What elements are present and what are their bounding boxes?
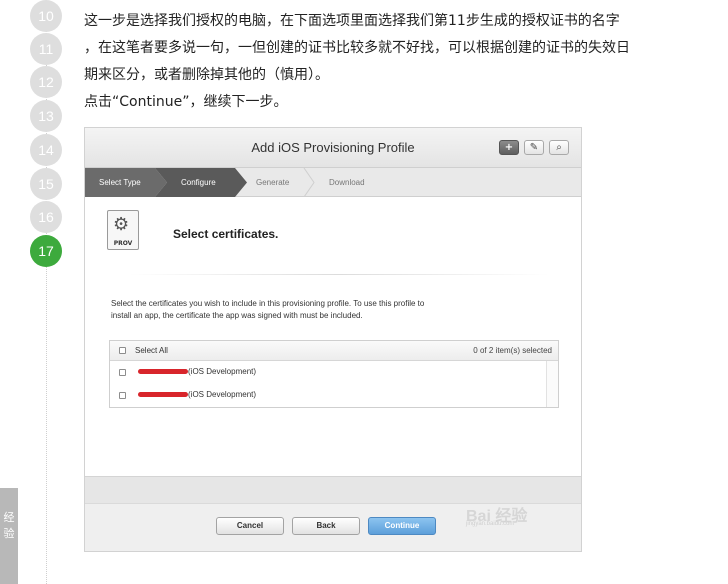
certificate-checkbox[interactable] [119,369,126,376]
description-line: Select the certificates you wish to incl… [111,299,425,308]
back-button[interactable]: Back [292,517,360,535]
plus-icon[interactable]: + [499,140,519,155]
section-description: Select the certificates you wish to incl… [111,298,561,322]
redacted-certificate-name [138,369,188,374]
section-heading: Select certificates. [173,227,279,241]
certificate-type: (iOS Development) [188,367,257,376]
side-tab[interactable]: 经验 [0,488,18,584]
certificate-checkbox[interactable] [119,392,126,399]
wizard-step-configure: Configure [155,168,247,197]
certificate-type: (iOS Development) [188,390,257,399]
cancel-button[interactable]: Cancel [216,517,284,535]
certificate-list: Select All 0 of 2 item(s) selected (iOS … [109,340,559,408]
instruction-line: ，在这笔者要多说一句，一但创建的证书比较多就不好找，可以根据创建的证书的失效日 [84,40,630,56]
instruction-line: 期来区分，或者删除掉其他的（慎用）。 [84,67,329,83]
baidu-watermark-url: jingyan.baidu.com [466,521,515,527]
certificate-row[interactable]: (iOS Development) [110,385,546,407]
continue-button[interactable]: Continue [368,517,436,535]
wizard-stepbar: Select Type Configure Generate Download [85,168,581,197]
prov-file-label: PROV [113,240,133,247]
certificate-row[interactable]: (iOS Development) [110,362,546,384]
select-all-label[interactable]: Select All [135,346,168,355]
selection-count: 0 of 2 item(s) selected [473,346,552,355]
step-badge: 16 [30,201,62,233]
step-badge-active: 17 [30,235,62,267]
window-titlebar: Add iOS Provisioning Profile + ✎ ⌕ [85,128,581,168]
description-line: install an app, the certificate the app … [111,311,363,320]
certificate-list-header: Select All 0 of 2 item(s) selected [110,341,558,361]
gear-icon: ⚙ [113,214,130,235]
instruction-line: 点击“Continue”，继续下一步。 [84,94,288,110]
step-badge: 14 [30,134,62,166]
wizard-step-download: Download [329,178,365,187]
divider [129,274,549,275]
list-scrollbar[interactable] [546,361,558,407]
select-all-checkbox[interactable] [119,347,126,354]
step-badge: 15 [30,168,62,200]
search-icon[interactable]: ⌕ [549,140,569,155]
redacted-certificate-name [138,392,188,397]
step-badge: 12 [30,66,62,98]
prov-file-icon: ⚙ PROV [107,210,139,250]
edit-icon[interactable]: ✎ [524,140,544,155]
instruction-text: 这一步是选择我们授权的电脑，在下面选项里面选择我们第11步生成的授权证书的名字 … [84,8,724,116]
step-badge: 11 [30,33,62,65]
provisioning-screenshot: Add iOS Provisioning Profile + ✎ ⌕ Selec… [84,127,582,552]
step-badge: 13 [30,100,62,132]
step-badge: 10 [30,0,62,32]
wizard-step-select-type: Select Type [85,168,167,197]
instruction-line: 这一步是选择我们授权的电脑，在下面选项里面选择我们第11步生成的授权证书的名字 [84,13,620,29]
